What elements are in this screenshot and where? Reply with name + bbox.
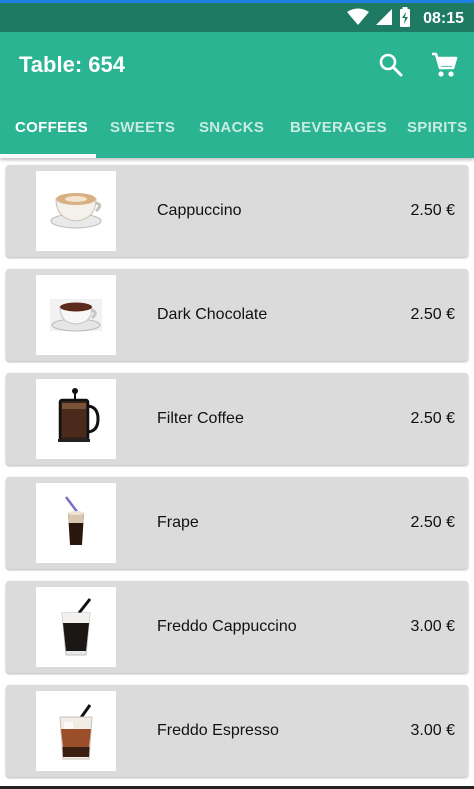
frappe-glass-icon <box>65 496 84 545</box>
tab-coffees[interactable]: COFFEES <box>15 100 88 158</box>
tab-spirits[interactable]: SPIRITS <box>407 100 467 158</box>
product-image <box>36 691 116 771</box>
hot-chocolate-cup-icon <box>50 299 102 332</box>
wifi-icon <box>347 8 370 31</box>
item-name: Freddo Espresso <box>157 722 279 739</box>
item-price: 2.50 € <box>410 514 455 531</box>
signal-icon <box>375 8 393 31</box>
freddo-espresso-glass-icon <box>59 704 93 760</box>
item-name: Frape <box>157 514 199 531</box>
battery-charging-icon <box>399 6 411 32</box>
active-tab-indicator <box>0 154 96 158</box>
item-price: 2.50 € <box>410 410 455 427</box>
list-item[interactable]: Dark Chocolate 2.50 € <box>6 269 468 361</box>
status-icons: 08:15 <box>347 6 464 32</box>
tab-beverages[interactable]: BEVERAGES <box>290 100 387 158</box>
item-price: 2.50 € <box>410 306 455 323</box>
page-title: Table: 654 <box>19 52 125 77</box>
search-icon <box>379 53 403 77</box>
tab-sweets[interactable]: SWEETS <box>110 100 175 158</box>
status-time: 08:15 <box>423 10 464 27</box>
french-press-icon <box>58 388 100 442</box>
tab-snacks[interactable]: SNACKS <box>199 100 264 158</box>
product-image <box>36 587 116 667</box>
item-price: 3.00 € <box>410 722 455 739</box>
category-tab-bar: COFFEES SWEETS SNACKS BEVERAGES SPIRITS <box>0 100 474 158</box>
freddo-cappuccino-glass-icon <box>61 598 92 656</box>
product-image <box>36 275 116 355</box>
list-item[interactable]: Freddo Cappuccino 3.00 € <box>6 581 468 673</box>
cappuccino-cup-icon <box>50 193 102 229</box>
list-item[interactable]: Filter Coffee 2.50 € <box>6 373 468 465</box>
cart-icon <box>432 52 458 77</box>
item-name: Cappuccino <box>157 202 242 219</box>
list-item[interactable]: Freddo Espresso 3.00 € <box>6 685 468 777</box>
item-name: Dark Chocolate <box>157 306 268 323</box>
item-name: Filter Coffee <box>157 410 244 427</box>
list-item[interactable]: Frape 2.50 € <box>6 477 468 569</box>
cart-button[interactable] <box>430 51 458 79</box>
product-image <box>36 379 116 459</box>
product-image <box>36 171 116 251</box>
status-bar: 08:15 <box>0 0 474 32</box>
item-price: 3.00 € <box>410 618 455 635</box>
search-button[interactable] <box>378 52 404 78</box>
app-bar: Table: 654 <box>0 32 474 100</box>
list-item[interactable]: Cappuccino 2.50 € <box>6 165 468 257</box>
item-name: Freddo Cappuccino <box>157 618 297 635</box>
item-price: 2.50 € <box>410 202 455 219</box>
product-image <box>36 483 116 563</box>
